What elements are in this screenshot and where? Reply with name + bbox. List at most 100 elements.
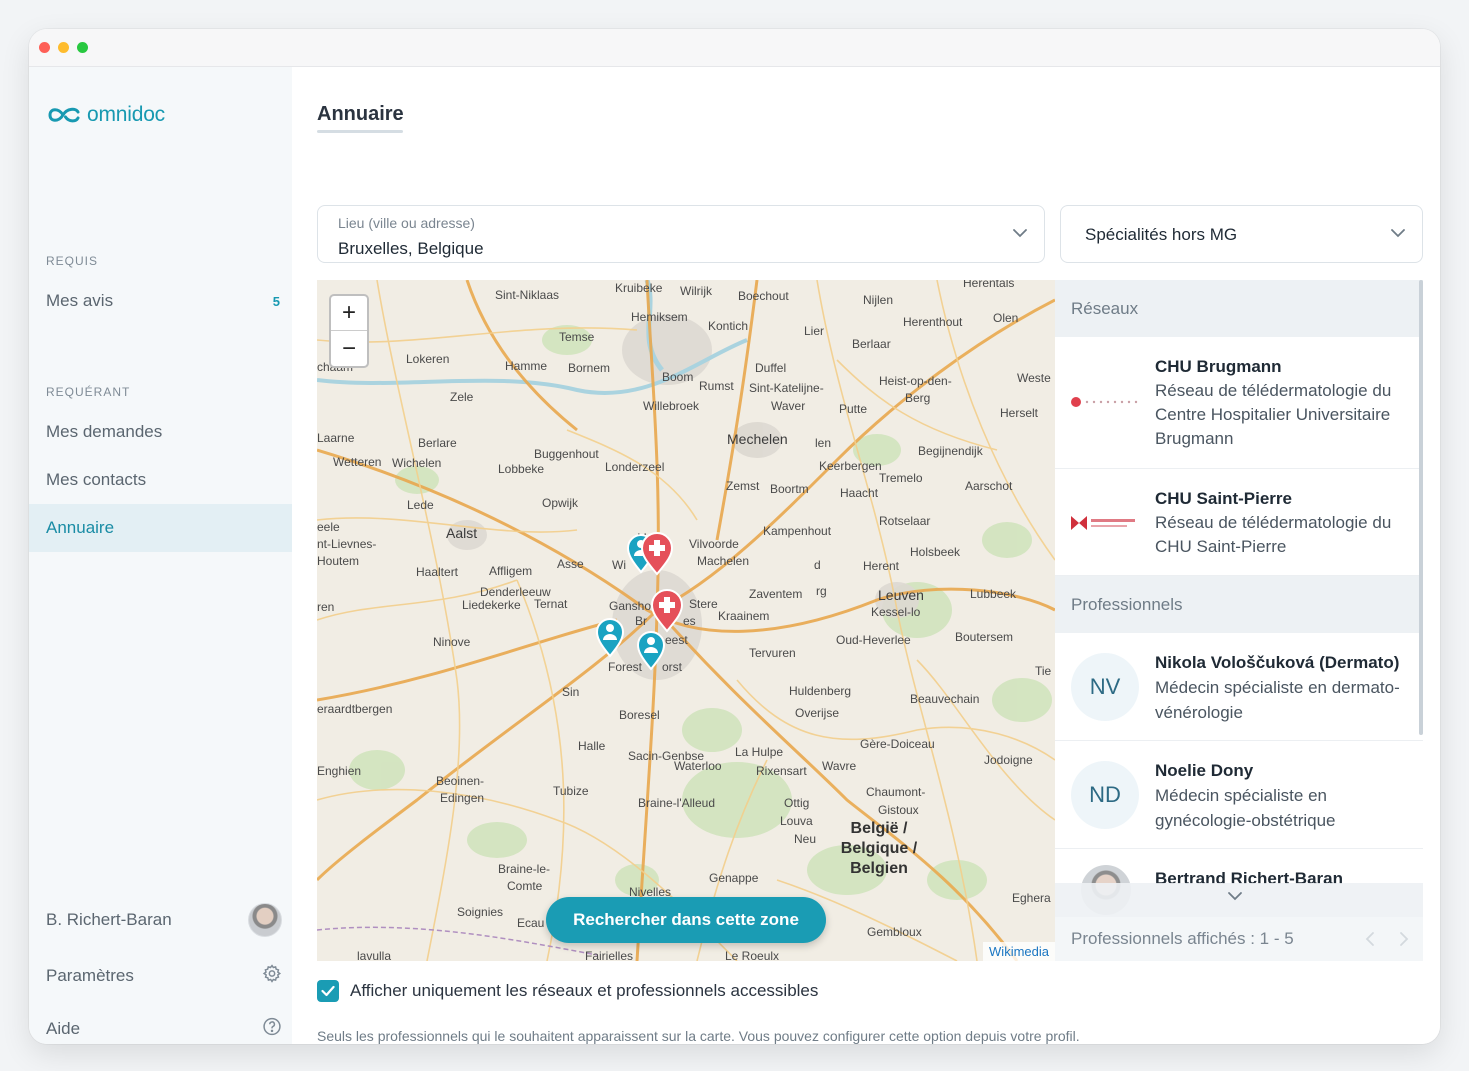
map-attribution[interactable]: Wikimedia <box>983 942 1055 961</box>
map-tiles: Sint-Niklaas Kruibeke Wilrijk Boechout N… <box>317 280 1055 961</box>
map-label: Rixensart <box>756 764 807 778</box>
close-window-button[interactable] <box>39 42 50 53</box>
map-label: Leuven <box>878 587 924 603</box>
logo-text: omnidoc <box>87 103 165 126</box>
map-label: Tie <box>1035 664 1052 678</box>
page-title: Annuaire <box>317 103 404 125</box>
section-label-requerant: REQUÉRANT <box>46 385 131 399</box>
map-label: Berg <box>905 391 930 405</box>
map-label: Zele <box>450 390 474 404</box>
map-label: Laarne <box>317 431 355 445</box>
map-label: Londerzeel <box>605 460 664 474</box>
map-label: Comte <box>507 879 543 893</box>
country-label: België / <box>851 820 908 837</box>
map-label: Braine-l'Alleud <box>638 796 715 810</box>
map-label: Kruibeke <box>615 281 663 295</box>
sidebar: omnidoc REQUIS Mes avis 5 REQUÉRANT Mes … <box>29 67 292 1044</box>
map-label: eest <box>665 633 688 647</box>
map-label: Hemiksem <box>631 310 688 324</box>
help-icon <box>262 1017 282 1042</box>
map-label: Edingen <box>440 791 484 805</box>
map-label: Overijse <box>795 706 839 720</box>
chevron-right-icon[interactable] <box>1399 931 1409 947</box>
specialty-select[interactable]: Spécialités hors MG <box>1060 205 1423 263</box>
map-label: len <box>815 436 831 450</box>
map-label: Holsbeek <box>910 545 961 559</box>
maximize-window-button[interactable] <box>77 42 88 53</box>
map-label: Aarschot <box>965 479 1013 493</box>
map-label: Neu <box>794 832 816 846</box>
map-label: Ecau <box>517 916 544 930</box>
map-label: Bornem <box>568 361 610 375</box>
map-label: Liedekerke <box>462 598 521 612</box>
map-label: Lubbeek <box>970 587 1017 601</box>
map-label: Tremelo <box>879 471 923 485</box>
title-underline <box>317 130 403 133</box>
map-label: Putte <box>839 402 867 416</box>
map-label: Wetteren <box>333 455 381 469</box>
panel-scrollbar[interactable] <box>1419 280 1423 735</box>
map-label: Zemst <box>726 479 760 493</box>
map-label: Louva <box>780 814 813 828</box>
map-label: Boresel <box>619 708 660 722</box>
map-label: Gère-Doiceau <box>860 737 935 751</box>
professional-item[interactable]: ND Noelie Dony Médecin spécialiste en gy… <box>1055 741 1423 849</box>
map-label: ren <box>317 600 334 614</box>
map-label: es <box>683 614 696 628</box>
map-label: Tubize <box>553 784 589 798</box>
map-label: eraardtbergen <box>317 702 392 716</box>
map-label: Le Roeulx <box>725 949 779 961</box>
map-label: Houtem <box>317 554 359 568</box>
map-label: Br <box>635 614 647 628</box>
map-label: Huldenberg <box>789 684 851 698</box>
map-label: Braine-le- <box>498 862 550 876</box>
accessible-only-label: Afficher uniquement les réseaux et profe… <box>350 981 819 1000</box>
sidebar-item-annuaire[interactable]: Annuaire <box>29 504 292 552</box>
map-label: Ternat <box>534 597 568 611</box>
omnidoc-logo[interactable]: omnidoc <box>47 103 165 127</box>
map-label: Haacht <box>840 486 879 500</box>
map-label: Rumst <box>699 379 734 393</box>
location-select[interactable]: Lieu (ville ou adresse) Bruxelles, Belgi… <box>317 205 1045 263</box>
chevron-down-icon <box>1013 229 1027 238</box>
professional-item[interactable]: NV Nikola Vološčuková (Dermato) Médecin … <box>1055 633 1423 741</box>
map-label: nt-Lievnes- <box>317 537 376 551</box>
map[interactable]: Sint-Niklaas Kruibeke Wilrijk Boechout N… <box>317 280 1055 961</box>
sidebar-item-mes-avis[interactable]: Mes avis 5 <box>29 277 292 325</box>
minimize-window-button[interactable] <box>58 42 69 53</box>
user-profile-item[interactable]: B. Richert-Baran <box>29 898 292 942</box>
map-label: Buggenhout <box>534 447 599 461</box>
map-label: Nijlen <box>863 293 893 307</box>
location-label: Lieu (ville ou adresse) <box>338 215 475 231</box>
map-label: Herenthout <box>903 315 963 329</box>
map-label: Lobbeke <box>498 462 544 476</box>
map-label: Lede <box>407 498 434 512</box>
map-label: Zaventem <box>749 587 802 601</box>
zoom-out-button[interactable]: − <box>331 331 367 366</box>
sidebar-item-label: Mes demandes <box>46 422 163 441</box>
map-label: Eghera <box>1012 891 1051 905</box>
network-item[interactable]: CHU Brugmann Réseau de télédermatologie … <box>1055 337 1423 469</box>
settings-item[interactable]: Paramètres <box>29 954 292 998</box>
help-item[interactable]: Aide <box>29 1007 292 1044</box>
search-this-area-button[interactable]: Rechercher dans cette zone <box>546 897 826 943</box>
professional-avatar: ND <box>1071 761 1139 829</box>
chevron-down-icon[interactable] <box>1227 891 1243 901</box>
professional-name: Noelie Dony <box>1155 761 1254 780</box>
map-label: Kontich <box>708 319 748 333</box>
map-label: Halle <box>578 739 606 753</box>
map-label: Sint-Niklaas <box>495 288 559 302</box>
map-label: Affligem <box>489 564 532 578</box>
map-label: Aalst <box>446 525 477 541</box>
network-item[interactable]: CHU Saint-Pierre Réseau de télédermatolo… <box>1055 469 1423 576</box>
sidebar-item-mes-contacts[interactable]: Mes contacts <box>29 456 292 504</box>
mes-avis-count-badge: 5 <box>272 293 280 309</box>
accessible-only-checkbox-row[interactable]: Afficher uniquement les réseaux et profe… <box>317 980 818 1002</box>
user-avatar <box>248 903 282 937</box>
sidebar-item-mes-demandes[interactable]: Mes demandes <box>29 408 292 456</box>
accessible-only-checkbox[interactable] <box>317 980 339 1002</box>
settings-label: Paramètres <box>46 966 134 985</box>
chevron-left-icon[interactable] <box>1365 931 1375 947</box>
map-label: Boechout <box>738 289 789 303</box>
zoom-in-button[interactable]: + <box>331 296 367 331</box>
